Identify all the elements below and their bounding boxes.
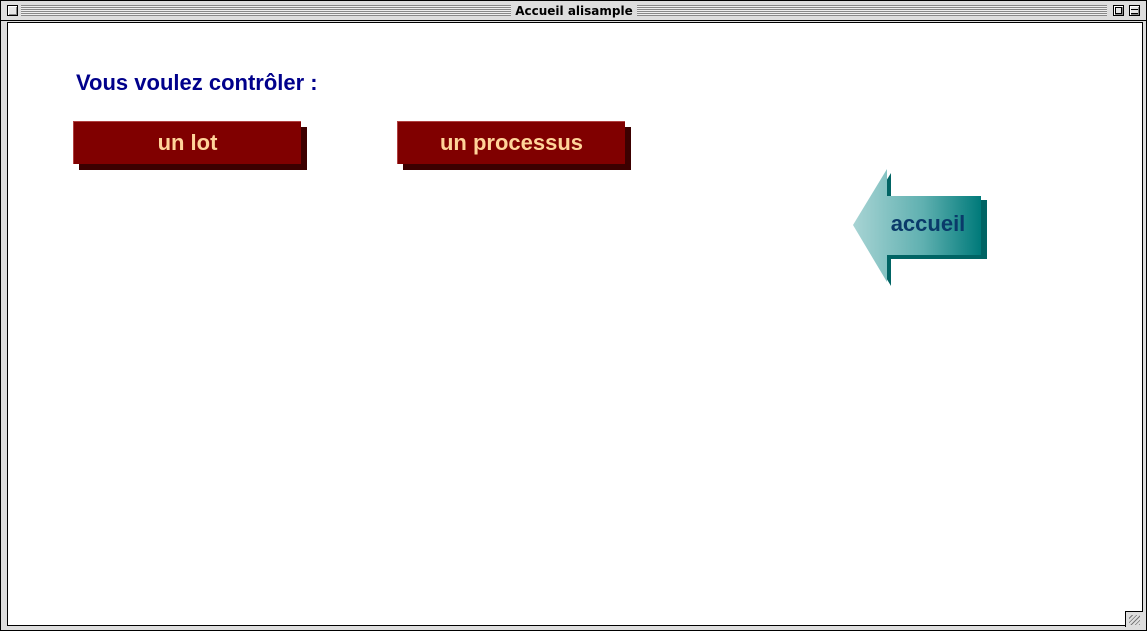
title-bar-stripes	[637, 5, 1107, 16]
collapse-box-icon[interactable]	[1129, 5, 1140, 16]
home-arrow-button[interactable]: accueil	[853, 169, 990, 287]
process-button[interactable]: un processus	[397, 121, 631, 171]
title-bar[interactable]: Accueil alisample	[1, 1, 1146, 21]
zoom-box-icon[interactable]	[1113, 5, 1124, 16]
page-heading: Vous voulez contrôler :	[76, 70, 318, 95]
process-button-label: un processus	[397, 121, 625, 164]
window-title: Accueil alisample	[513, 3, 635, 19]
close-box-icon[interactable]	[7, 5, 18, 16]
lot-button-label: un lot	[73, 121, 301, 164]
lot-button[interactable]: un lot	[73, 121, 307, 171]
app-window: Accueil alisample Vous voulez contrôler …	[0, 0, 1147, 631]
title-bar-stripes	[21, 5, 511, 16]
content-area: Vous voulez contrôler : un lot un proces…	[7, 22, 1143, 626]
home-arrow-label: accueil	[890, 211, 966, 236]
resize-grip-icon[interactable]	[1125, 611, 1143, 627]
